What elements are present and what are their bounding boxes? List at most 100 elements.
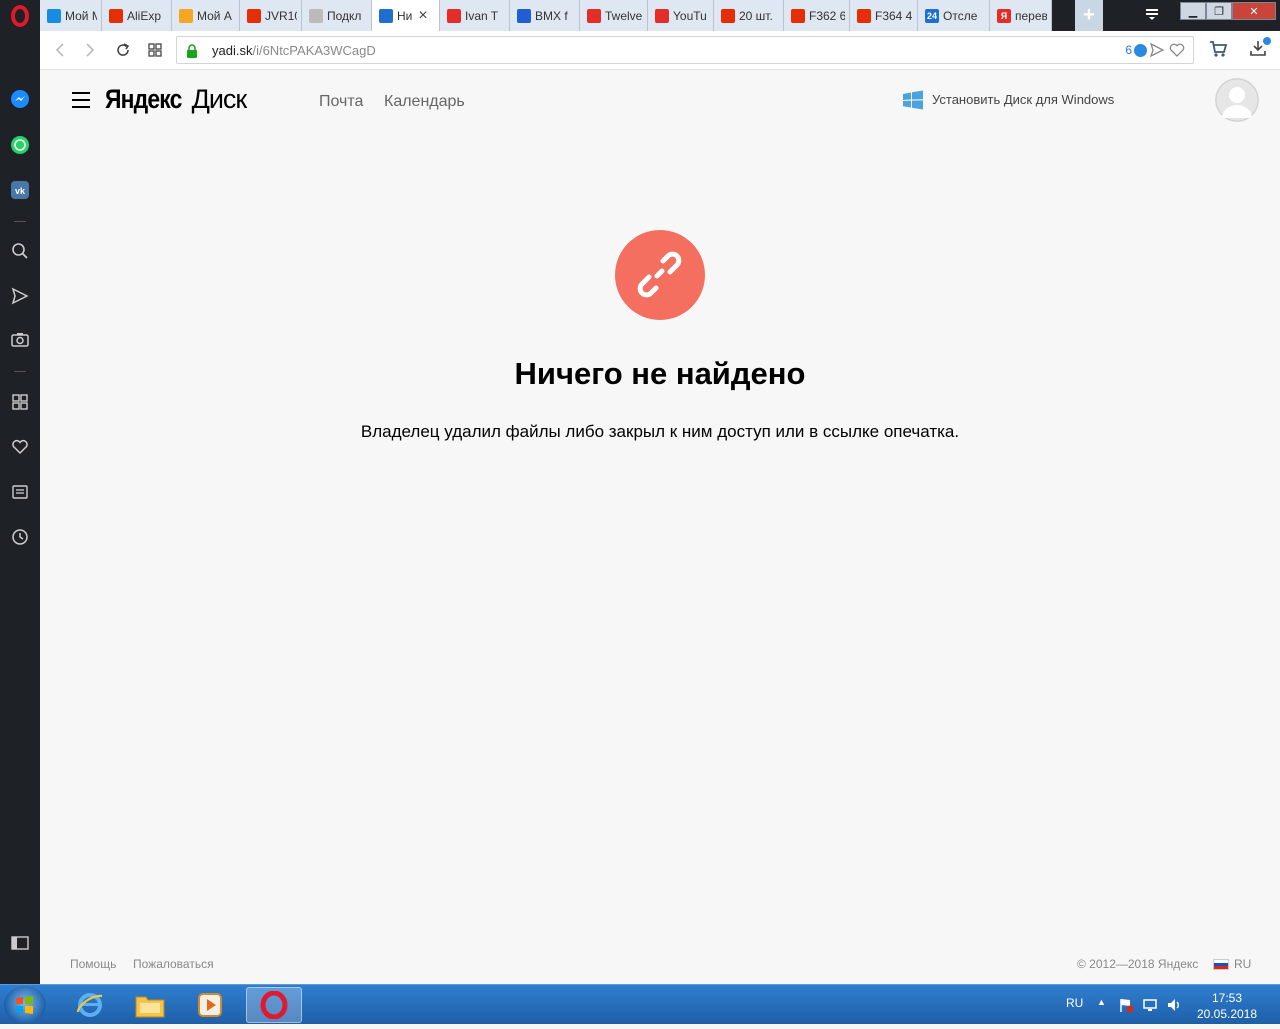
tab-label: Twelve	[605, 8, 643, 23]
yandex-icon: Я	[997, 8, 1011, 23]
browser-tab[interactable]: Яперев	[990, 0, 1052, 31]
nav-mail-link[interactable]: Почта	[319, 93, 363, 111]
bookmarks-heart-icon[interactable]	[0, 432, 40, 462]
new-tab-button[interactable]: +	[1075, 0, 1103, 31]
footer-help-link[interactable]: Помощь	[70, 957, 116, 971]
tab-label: F364 4	[875, 8, 913, 23]
messenger-icon[interactable]	[0, 84, 40, 114]
nav-calendar-link[interactable]: Календарь	[384, 93, 465, 111]
yandex-disk-icon	[379, 8, 393, 23]
browser-tab[interactable]: YouTu	[648, 0, 714, 31]
system-clock[interactable]: 17:53 20.05.2018	[1192, 990, 1262, 1022]
extension-badge[interactable]: 6	[1125, 43, 1147, 57]
browser-tab[interactable]: Twelve	[580, 0, 648, 31]
tab-list: Мой М AliExp Мой А JVR10 Подкл Ни × Ivan T BMX f…	[40, 0, 1052, 31]
address-bar: yadi.sk/i/6NtcPAKA3WCagD 6	[40, 31, 1280, 70]
yandex-disk-logo[interactable]: Яндекс Диск	[105, 84, 248, 115]
browser-tab[interactable]: Подкл	[302, 0, 372, 31]
news-icon[interactable]	[0, 477, 40, 507]
show-hidden-icons[interactable]: ▲	[1097, 997, 1106, 1007]
file-explorer-icon[interactable]	[122, 987, 178, 1023]
tabs-grid-icon[interactable]	[143, 39, 167, 61]
reload-button[interactable]	[111, 39, 135, 61]
minimize-button[interactable]: ▁	[1180, 2, 1206, 20]
russia-flag-icon[interactable]	[1213, 959, 1229, 970]
tray-language[interactable]: RU	[1066, 996, 1083, 1010]
start-button[interactable]	[4, 986, 46, 1024]
cart-icon[interactable]	[1208, 39, 1228, 64]
tracking-24-icon: 24	[925, 8, 939, 23]
browser-tab[interactable]: 24 Отсле	[918, 0, 990, 31]
browser-tab[interactable]: JVR10	[240, 0, 302, 31]
browser-tab[interactable]: F362 6	[784, 0, 850, 31]
install-disk-link[interactable]: Установить Диск для Windows	[932, 92, 1114, 107]
speed-dial-icon[interactable]	[0, 387, 40, 417]
browser-tab-bar: Мой М AliExp Мой А JVR10 Подкл Ни × Ivan T BMX f…	[0, 0, 1280, 31]
empty-state-title: Ничего не найдено	[514, 356, 806, 391]
browser-tab[interactable]: BMX f	[510, 0, 580, 31]
aliexpress-icon	[109, 8, 123, 23]
menu-hamburger-icon[interactable]	[72, 92, 90, 108]
vk-icon[interactable]: vk	[0, 175, 40, 205]
youtube-icon	[447, 8, 461, 23]
logo-disk: Диск	[191, 84, 248, 114]
volume-icon[interactable]	[1166, 997, 1182, 1013]
browser-tab[interactable]: Ни ×	[372, 0, 440, 31]
tab-label: перев	[1015, 8, 1047, 23]
tab-label: F362 6	[809, 8, 845, 23]
url-input[interactable]: yadi.sk/i/6NtcPAKA3WCagD 6	[176, 36, 1194, 64]
extension-count: 6	[1125, 43, 1132, 57]
camera-icon[interactable]	[0, 325, 40, 355]
tab-label: Подкл	[327, 8, 362, 23]
tab-label: AliExp	[127, 8, 162, 23]
opera-menu-icon[interactable]	[0, 0, 40, 31]
page-content: Яндекс Диск Почта Календарь Установить Д…	[40, 70, 1280, 984]
restore-button[interactable]: ❐	[1206, 2, 1232, 20]
close-window-button[interactable]: ✕	[1232, 2, 1276, 20]
forward-button[interactable]	[78, 39, 102, 61]
browser-tab[interactable]: Мой М	[40, 0, 102, 31]
footer-language-link[interactable]: RU	[1234, 957, 1251, 971]
history-clock-icon[interactable]	[0, 522, 40, 552]
user-avatar[interactable]	[1215, 78, 1259, 122]
opera-taskbar-icon[interactable]	[246, 987, 302, 1023]
media-player-icon[interactable]	[182, 987, 238, 1023]
browser-tab[interactable]: F364 4	[850, 0, 918, 31]
browser-tab[interactable]: Ivan T	[440, 0, 510, 31]
windows-logo-icon[interactable]	[902, 90, 924, 115]
browser-tab[interactable]: 20 шт.	[714, 0, 784, 31]
whatsapp-icon[interactable]	[0, 130, 40, 160]
bookmark-heart-icon[interactable]	[1169, 42, 1185, 63]
logo-yandex: Яндекс	[105, 84, 182, 114]
internet-explorer-icon[interactable]	[62, 987, 118, 1023]
footer-report-link[interactable]: Пожаловаться	[133, 957, 214, 971]
browser-tab[interactable]: AliExp	[102, 0, 172, 31]
svg-text:vk: vk	[15, 186, 26, 196]
broken-link-badge	[615, 230, 705, 320]
action-center-flag-icon[interactable]	[1118, 997, 1134, 1013]
snap-send-icon[interactable]	[1149, 42, 1165, 63]
loading-icon	[309, 8, 323, 23]
secure-lock-icon[interactable]	[186, 44, 198, 63]
tab-label: Отсле	[943, 8, 978, 23]
network-icon[interactable]	[1142, 997, 1158, 1013]
clock-date: 20.05.2018	[1196, 1007, 1258, 1021]
downloads-indicator	[1263, 37, 1271, 45]
aliexpress-icon	[721, 8, 735, 23]
url-path: /i/6NtcPAKA3WCagD	[252, 43, 376, 58]
send-icon[interactable]	[0, 281, 40, 311]
clock-time: 17:53	[1211, 991, 1243, 1005]
tab-close-icon[interactable]: ×	[418, 7, 427, 24]
footer-copyright: © 2012—2018 Яндекс	[1077, 957, 1199, 971]
search-icon[interactable]	[0, 236, 40, 266]
extension-icon	[1134, 43, 1147, 57]
aliexpress-icon	[247, 8, 261, 23]
sidebar-toggle-icon[interactable]	[0, 928, 40, 958]
empty-state-description: Владелец удалил файлы либо закрыл к ним …	[360, 422, 960, 441]
url-host: yadi.sk	[212, 43, 253, 58]
back-button[interactable]	[48, 39, 72, 61]
broken-link-icon	[637, 251, 682, 298]
tab-menu-icon[interactable]	[1140, 4, 1164, 24]
tab-label: YouTu	[673, 8, 707, 23]
browser-tab[interactable]: Мой А	[172, 0, 240, 31]
